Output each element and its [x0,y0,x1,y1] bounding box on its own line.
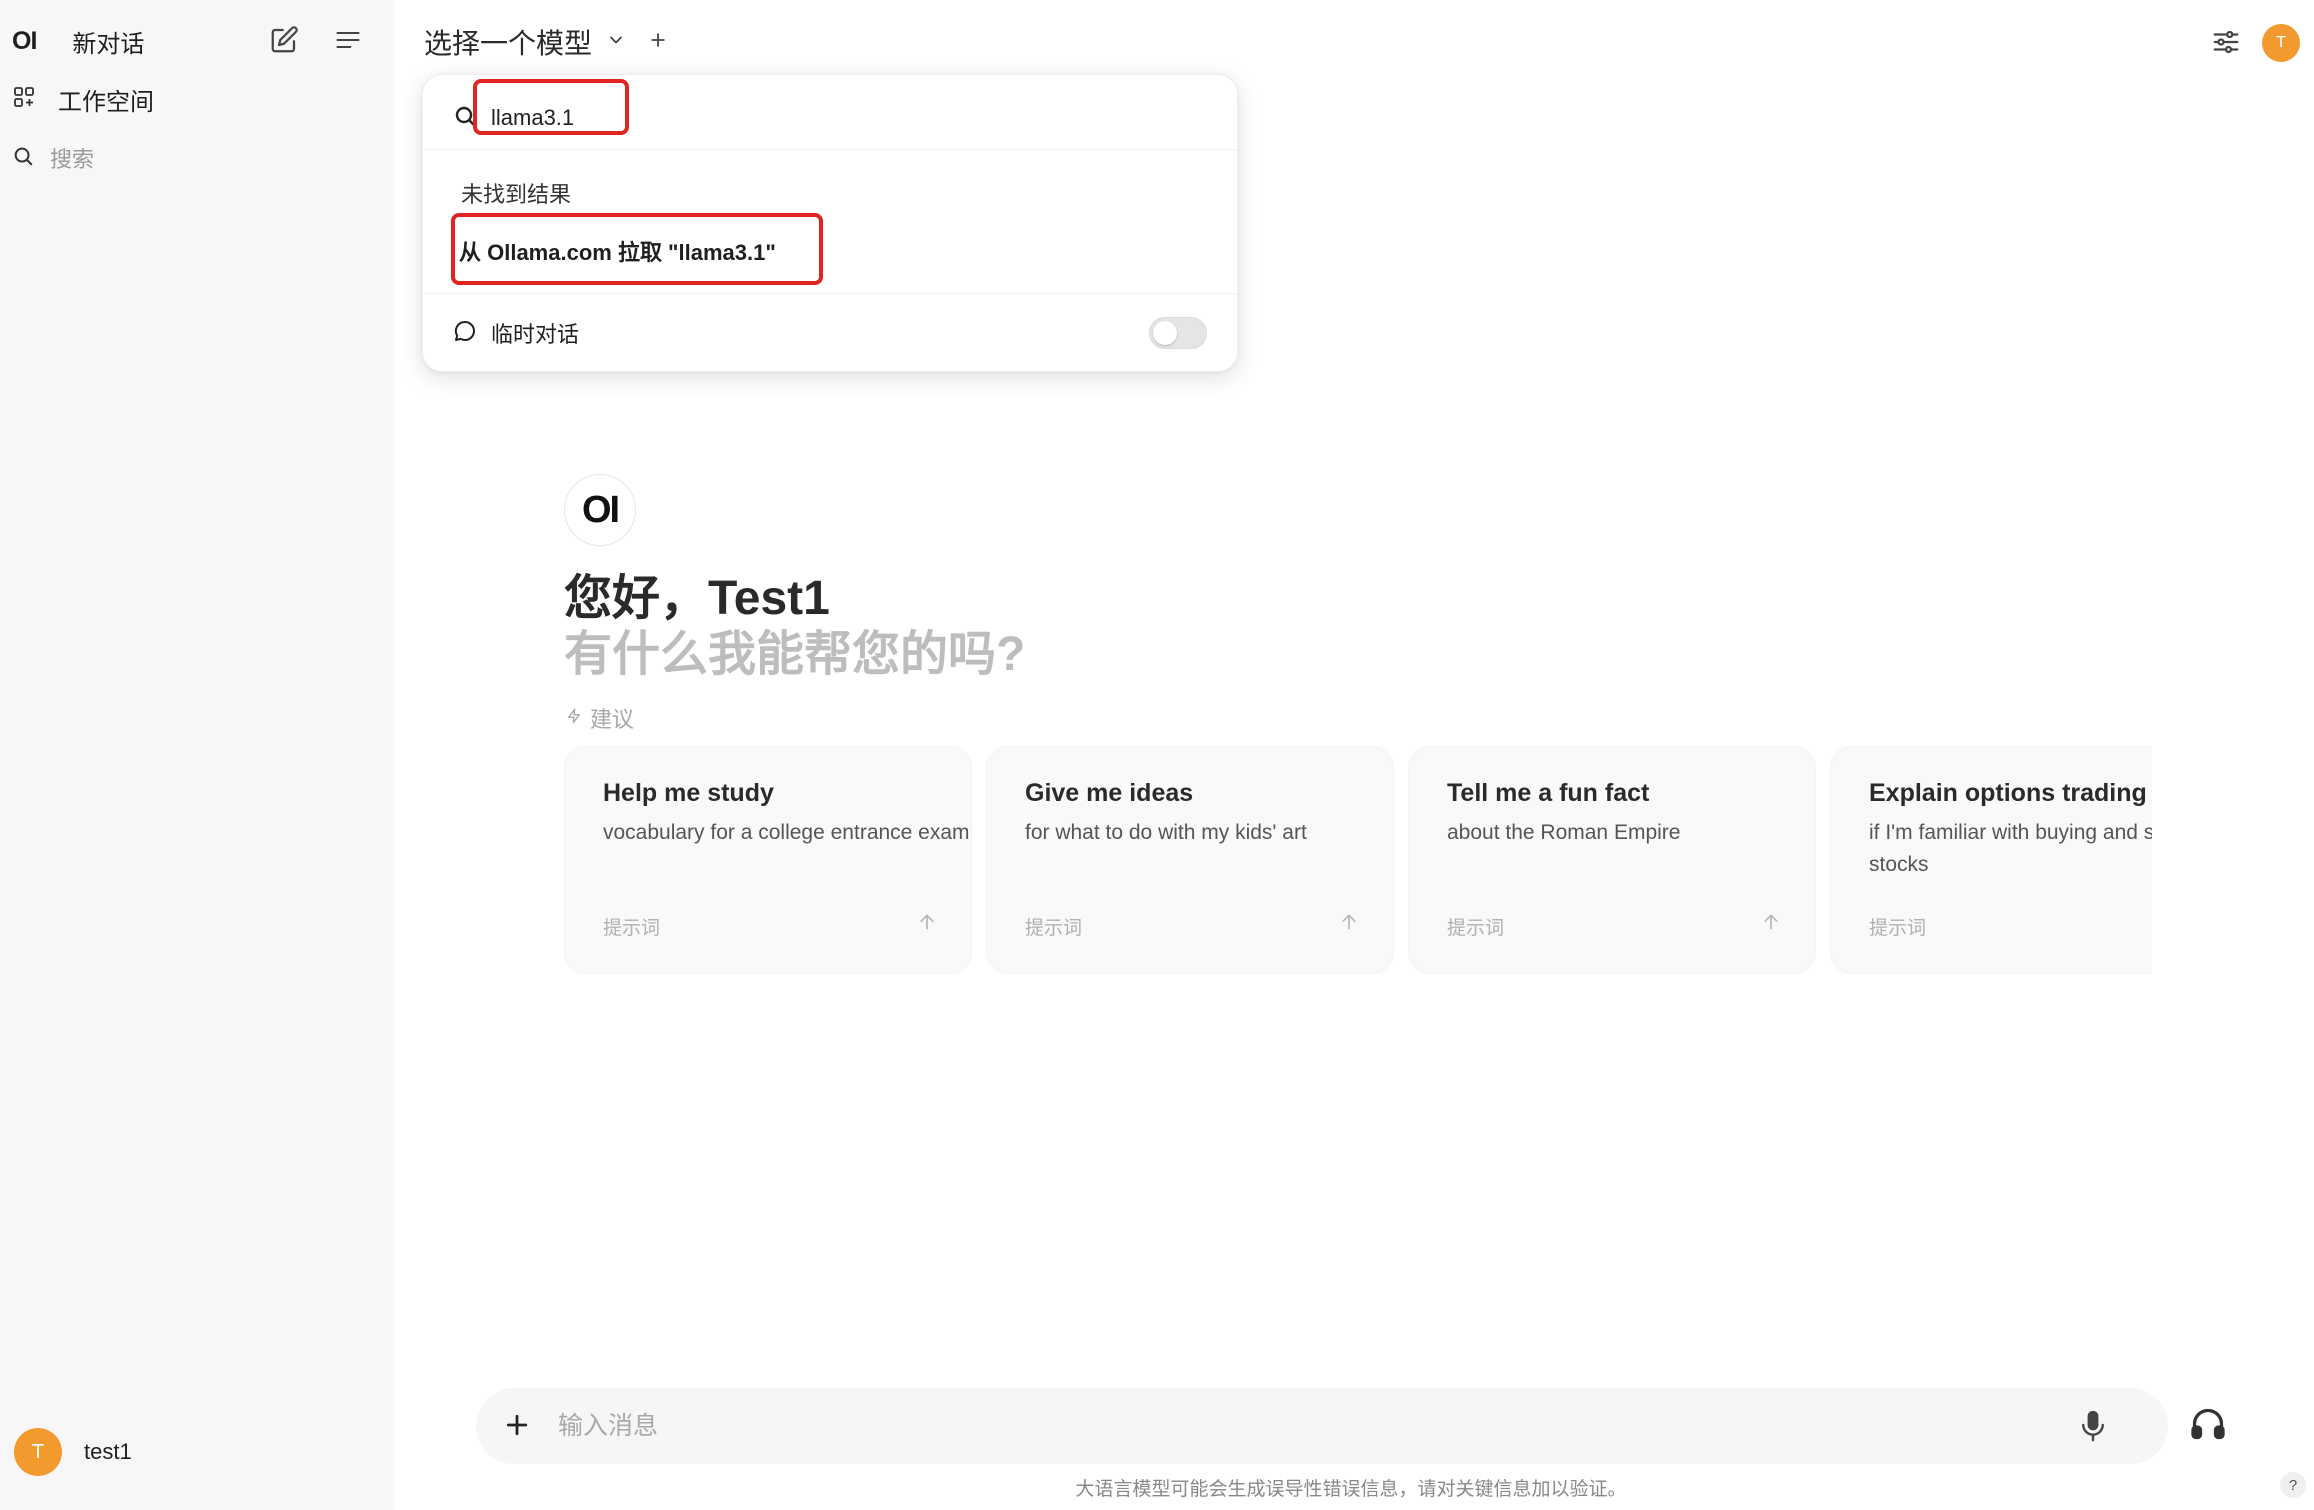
card-title: Give me ideas [1025,779,1194,807]
card-description: about the Roman Empire [1447,821,1681,844]
new-chat-row[interactable]: OI 新对话 [12,24,144,59]
temporary-chat-toggle[interactable] [1149,317,1207,349]
card-prompt-label: 提示词 [1025,918,1083,939]
model-search-input[interactable] [491,103,631,133]
user-avatar: T [14,1428,62,1476]
card-title: Explain options trading [1869,779,2147,807]
temporary-chat-label: 临时对话 [491,322,580,347]
card-prompt-label: 提示词 [603,918,661,939]
user-menu[interactable]: T test1 [14,1428,132,1476]
model-dropdown: 未找到结果 从 Ollama.com 拉取 "llama3.1" 临时对话 [422,74,1238,372]
new-chat-edit-icon[interactable] [264,20,304,60]
card-title: Help me study [603,779,774,807]
model-search [453,103,631,133]
add-model-plus-icon[interactable] [648,30,668,55]
suggestion-card[interactable]: Give me ideas for what to do with my kid… [986,746,1394,974]
sidebar: OI 新对话 工作空间 搜索 T test1 [0,0,394,1510]
chat-bubble-icon [453,319,477,348]
workspace-grid-icon [12,85,36,114]
model-select-label: 选择一个模型 [424,28,593,59]
suggestion-card[interactable]: Help me study vocabulary for a college e… [564,746,972,974]
new-chat-label: 新对话 [72,31,145,58]
help-button[interactable]: ? [2280,1472,2306,1498]
suggestion-card[interactable]: Explain options trading if I'm familiar … [1830,746,2152,974]
chevron-down-icon [606,30,626,55]
search-icon [12,145,34,172]
sidebar-item-workspace[interactable]: 工作空间 [12,82,154,117]
divider [423,293,1237,294]
suggestion-cards: Help me study vocabulary for a college e… [564,746,2152,976]
app-root: OI 新对话 工作空间 搜索 T test1 选择一个模型 T llama3.1… [0,0,2314,1510]
search-icon [453,104,477,133]
card-title: Tell me a fun fact [1447,779,1650,807]
workspace-label: 工作空间 [58,89,154,116]
temporary-chat-row: 临时对话 [453,317,579,349]
sidebar-toggle-icon[interactable] [328,20,368,60]
lightning-icon [566,705,582,731]
card-prompt-label: 提示词 [1447,918,1505,939]
suggestions-header: 建议 [566,702,634,734]
greeting-subtitle: 有什么我能帮您的吗? [564,628,1026,681]
header-user-avatar[interactable]: T [2262,24,2300,62]
disclaimer-text: 大语言模型可能会生成误导性错误信息，请对关键信息加以验证。 [1075,1479,1627,1500]
search-label: 搜索 [50,147,95,172]
model-selector[interactable]: 选择一个模型 [424,22,668,62]
username: test1 [84,1439,132,1464]
microphone-icon[interactable] [2080,1408,2106,1449]
headphones-icon[interactable] [2190,1406,2226,1447]
model-logo: OI [564,474,636,546]
arrow-up-icon [1761,911,1781,938]
arrow-up-icon [1339,911,1359,938]
suggestion-card[interactable]: Tell me a fun fact about the Roman Empir… [1408,746,1816,974]
message-input[interactable] [558,1406,1958,1446]
card-description: if I'm familiar with buying and selling … [1869,821,2152,876]
message-input-bar [476,1388,2168,1464]
controls-sliders-icon[interactable] [2206,22,2246,62]
arrow-up-icon [917,911,937,938]
sidebar-search[interactable]: 搜索 [12,142,94,174]
header-avatar-letter: T [2262,24,2300,62]
divider [423,149,1237,150]
app-logo: OI [12,27,37,55]
toggle-knob [1153,321,1177,345]
pull-model-option[interactable]: 从 Ollama.com 拉取 "llama3.1" [459,235,776,267]
card-description: for what to do with my kids' art [1025,821,1307,844]
no-results-text: 未找到结果 [461,182,572,207]
card-description: vocabulary for a college entrance exam [603,821,970,844]
attach-plus-icon[interactable] [502,1410,532,1445]
card-prompt-label: 提示词 [1869,918,1927,939]
suggestions-label: 建议 [590,707,635,732]
